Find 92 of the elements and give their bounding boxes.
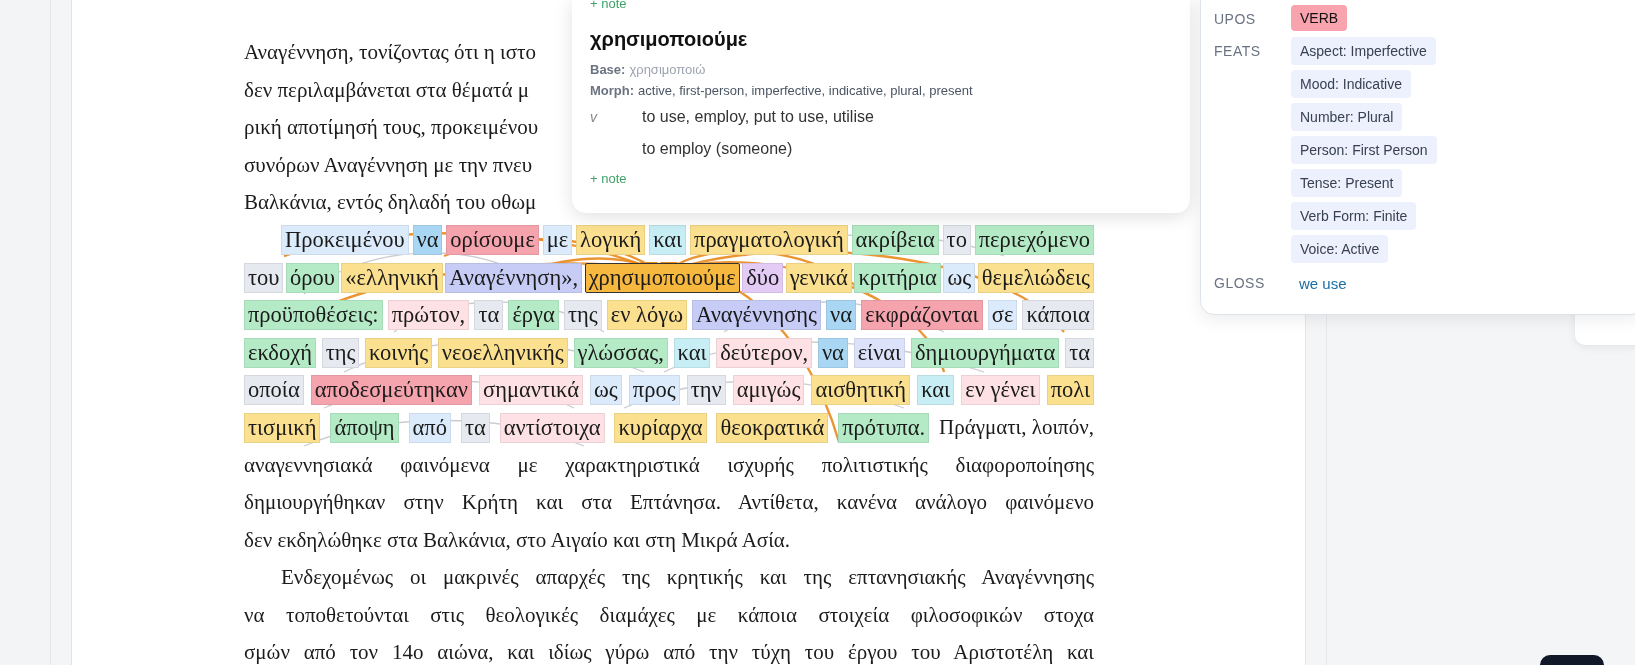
word-token[interactable]: εκφράζονται [861, 300, 983, 331]
word-token[interactable]: θεμελιώδεις [977, 262, 1094, 293]
text-line: να τοποθετούνται στις θεολογικές διαμάχες με κάποια στοιχεία φιλοσοφικών στοχα [244, 601, 1094, 629]
word-token[interactable]: οποία [244, 375, 304, 406]
word-token[interactable]: τα [474, 300, 504, 331]
word-token[interactable]: προς [628, 375, 680, 406]
text-line: δεν εκδηλώθηκε στα Βαλκάνια, στο Αιγαίο και στη Μικρά Ασία. [244, 526, 791, 554]
word-token[interactable]: πρότυπα. [838, 412, 930, 443]
feature-tag: Mood: Indicative [1291, 70, 1411, 98]
word-token[interactable]: είναι [853, 337, 906, 368]
word-token[interactable]: να [826, 300, 857, 331]
word-token[interactable]: δεύτερον, [716, 337, 813, 368]
word-token[interactable]: αισθητική [811, 375, 911, 406]
text-line: Βαλκάνια, εντός δηλαδή του οθωμ [244, 189, 537, 216]
word-token[interactable]: Αναγέννηση», [445, 262, 583, 293]
feats-label: FEATS [1214, 42, 1262, 61]
word-token[interactable]: Προκειμένου [281, 225, 409, 256]
feature-tag: Number: Plural [1291, 103, 1403, 131]
text-line: συνόρων Αναγέννηση με την πνευ [244, 151, 533, 179]
word-token[interactable]: αμιγώς [732, 375, 805, 406]
word-token[interactable]: και [649, 225, 687, 256]
word-token[interactable]: άποψη [330, 412, 399, 443]
word-token[interactable]: εκδοχή [244, 337, 316, 368]
feature-tag: Person: First Person [1291, 136, 1437, 164]
word-token[interactable]: δημιουργήματα [910, 337, 1060, 368]
text-line: αναγεννησιακά φαινόμενα με χαρακτηριστικά ισχυρής πολιτιστικής διαφοροποίησης [244, 451, 1094, 479]
word-token[interactable]: πολι [1046, 375, 1094, 406]
word-token[interactable]: και [917, 375, 955, 406]
word-token[interactable]: ορίσουμε [446, 225, 539, 256]
word-token[interactable]: «ελληνική [341, 262, 443, 293]
sense-gloss: to use, employ, put to use, utilise [642, 107, 874, 127]
word-token[interactable]: κοινής [365, 337, 433, 368]
word-token[interactable]: όρου [285, 262, 339, 293]
word-token[interactable]: κάποια [1022, 300, 1094, 331]
word-token[interactable]: πραγματολογική [690, 225, 848, 256]
part-of-speech: v [590, 109, 597, 125]
word-token[interactable]: αποδεσμεύτηκαν [310, 375, 472, 406]
text-line: σμών από τον 14ο αιώνα, και ιδίως γύρω από την τύχη του έργου του Αριστοτέλη και [244, 639, 1094, 665]
word-token[interactable]: λογική [576, 225, 646, 256]
word-token[interactable]: τα [1065, 337, 1094, 368]
morph-features: active, first-person, imperfective, indicative, plural, present [638, 83, 973, 98]
word-token[interactable]: εν λόγω [606, 300, 687, 331]
sense-gloss: to employ (someone) [642, 139, 793, 159]
word-token[interactable]: το [942, 225, 971, 256]
word-token[interactable]: γενικά [785, 262, 852, 293]
upos-label: UPOS [1214, 10, 1257, 29]
word-token[interactable]: ως [943, 262, 976, 293]
word-token[interactable]: της [321, 337, 360, 368]
word-token[interactable]: αντίστοιχα [499, 412, 605, 443]
word-token[interactable]: και [673, 337, 711, 368]
base-form: χρησιμοποιώ [629, 62, 706, 77]
word-token[interactable]: περιεχόμενο [974, 225, 1094, 256]
word-token[interactable]: έργα [508, 300, 559, 331]
word-token[interactable]: προϋποθέσεις: [244, 300, 383, 331]
word-token[interactable]: χρησιμοποιούμε [584, 262, 740, 293]
word-token[interactable]: κριτήρια [854, 262, 941, 293]
word-token[interactable]: του [244, 262, 284, 293]
word-token[interactable]: με [542, 225, 573, 256]
feature-tag: Aspect: Imperfective [1291, 37, 1436, 65]
gloss-text: we use [1298, 274, 1348, 294]
word-token[interactable]: σε [987, 300, 1018, 331]
upos-tag: VERB [1291, 5, 1348, 31]
feature-tag: Tense: Present [1291, 169, 1403, 197]
word-token[interactable]: τα [460, 412, 490, 443]
word-token[interactable]: πρώτον, [387, 300, 470, 331]
feature-tag: Voice: Active [1291, 235, 1389, 263]
text-line: ρική αποτίμησή τους, προκειμένου [244, 114, 539, 141]
word-token[interactable]: γλώσσας, [573, 337, 668, 368]
text-line: Αναγέννηση, τονίζοντας ότι η ιστο [244, 39, 536, 66]
word-token[interactable]: της [563, 300, 602, 331]
word-token[interactable]: νεοελληνικής [437, 337, 568, 368]
word-token[interactable]: να [412, 225, 443, 256]
word-token[interactable]: την [686, 375, 726, 406]
word-token[interactable]: ακρίβεια [851, 225, 939, 256]
morph-label: Morph: [590, 83, 635, 98]
word-token[interactable]: τισμική [244, 412, 321, 443]
word-token[interactable]: Αναγέννησης [692, 300, 821, 331]
word-token[interactable]: δύο [742, 262, 784, 293]
base-label: Base: [590, 62, 626, 77]
gloss-label: GLOSS [1214, 274, 1266, 293]
word-token[interactable]: θεοκρατικά [716, 412, 829, 443]
word-token[interactable]: σημαντικά [479, 375, 583, 406]
word-token[interactable]: από [408, 412, 451, 443]
headword: χρησιμοποιούμε [590, 28, 749, 51]
word-token[interactable]: κυρίαρχα [614, 412, 707, 443]
text-line: δεν περιλαμβάνεται στα θέματά μ [244, 76, 529, 104]
word-token[interactable]: εν γένει [961, 375, 1040, 406]
text-line: Ενδεχομένως οι μακρινές απαρχές της κρητικής και της επτανησιακής Αναγέννησης [280, 564, 1094, 591]
text-line: δημιουργήθηκαν στην Κρήτη και στα Επτάνησα. Αντίθετα, κανένα ανάλογο φαινόμενο [244, 489, 1094, 516]
word-token[interactable]: ως [590, 375, 622, 406]
word-token[interactable]: να [817, 337, 848, 368]
feature-tag: Verb Form: Finite [1291, 202, 1417, 230]
